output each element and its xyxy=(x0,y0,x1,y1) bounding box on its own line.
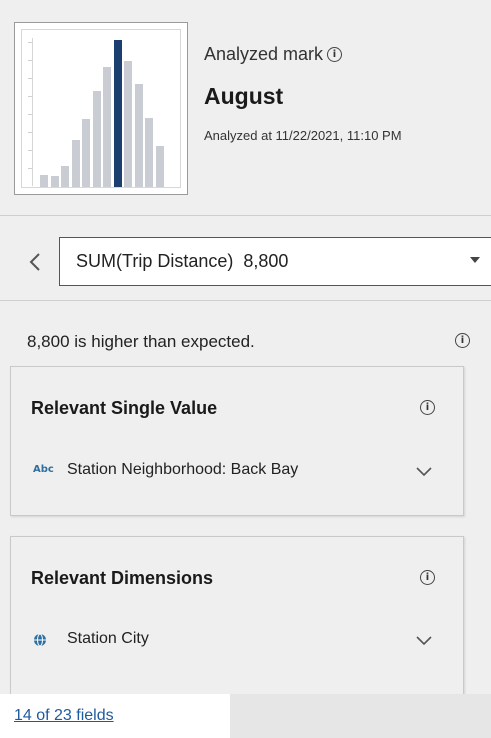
thumbnail-plot-area xyxy=(21,29,181,188)
divider xyxy=(0,215,491,216)
expected-value-summary: 8,800 is higher than expected. xyxy=(27,332,255,351)
thumbnail-bar xyxy=(145,118,153,187)
thumbnail-axis-tick xyxy=(28,60,32,61)
thumbnail-bar xyxy=(40,175,48,187)
thumbnail-bar xyxy=(50,176,59,187)
back-chevron-icon[interactable] xyxy=(24,249,46,275)
analyzed-mark-label: Analyzed mark xyxy=(204,44,323,65)
mark-name: August xyxy=(204,83,284,109)
thumbnail-selected-bar xyxy=(113,40,122,187)
thumbnail-bar xyxy=(134,84,143,187)
thumbnail-axis-tick xyxy=(28,96,32,97)
chevron-down-icon[interactable] xyxy=(415,635,433,647)
thumbnail-axis-tick xyxy=(28,42,32,43)
thumbnail-axis xyxy=(32,38,33,186)
fields-count-link[interactable]: 14 of 23 fields xyxy=(14,707,114,725)
thumbnail-axis-tick xyxy=(28,132,32,133)
info-icon[interactable]: i xyxy=(327,47,342,62)
card-title: Relevant Single Value xyxy=(31,398,218,418)
thumbnail-bar xyxy=(82,119,90,187)
thumbnail-bar xyxy=(124,61,132,187)
globe-icon xyxy=(34,633,46,647)
string-type-icon: Abc xyxy=(33,464,54,475)
single-value-item[interactable]: Station Neighborhood: Back Bay xyxy=(67,461,298,479)
thumbnail-axis-tick xyxy=(28,150,32,151)
thumbnail-bar xyxy=(155,146,164,187)
card-title: Relevant Dimensions xyxy=(31,568,214,588)
thumbnail-axis-tick xyxy=(28,78,32,79)
analyzed-timestamp: Analyzed at 11/22/2021, 11:10 PM xyxy=(204,128,402,143)
relevant-dimensions-card: Relevant Dimensions i Station City xyxy=(10,536,464,706)
explain-data-panel: Analyzed mark i August Analyzed at 11/22… xyxy=(0,0,491,738)
measure-dropdown[interactable]: SUM(Trip Distance) 8,800 xyxy=(59,237,491,286)
analyzed-mark-text: Analyzed mark xyxy=(204,44,324,64)
thumbnail-axis-tick xyxy=(28,168,32,169)
thumbnail-bars xyxy=(36,37,180,187)
thumbnail-bar xyxy=(61,166,69,187)
divider xyxy=(0,300,491,301)
fields-link-container: 14 of 23 fields xyxy=(0,694,230,738)
thumbnail-axis-tick xyxy=(28,114,32,115)
chevron-down-icon[interactable] xyxy=(415,466,433,478)
thumbnail-bar xyxy=(92,91,101,187)
info-icon[interactable]: i xyxy=(420,570,435,585)
measure-name: SUM(Trip Distance) xyxy=(76,251,234,271)
measure-value: 8,800 xyxy=(243,251,289,271)
relevant-single-value-card: Relevant Single Value i Abc Station Neig… xyxy=(10,366,464,516)
caret-down-icon xyxy=(470,257,480,263)
info-icon[interactable]: i xyxy=(420,400,435,415)
viz-thumbnail xyxy=(14,22,188,195)
thumbnail-bar xyxy=(71,140,80,187)
info-icon[interactable]: i xyxy=(455,333,470,348)
thumbnail-bar xyxy=(103,67,111,187)
dimension-item[interactable]: Station City xyxy=(67,630,149,648)
